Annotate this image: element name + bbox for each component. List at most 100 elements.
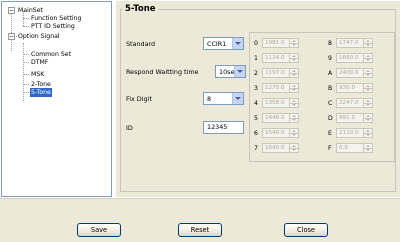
tree-connector [23,92,29,93]
tone-freq-row: 7 1640.0 [254,143,299,153]
spinner [290,128,299,138]
tree-item-msk[interactable]: MSK [30,70,45,79]
tone-key: F [328,144,332,152]
spinner [364,128,373,138]
tree-item-option-signal[interactable]: − Option Signal [8,32,61,41]
spinner [290,68,299,78]
tree-item-dtmf[interactable]: DTMF [30,58,49,67]
tone-key: 5 [254,114,258,122]
spin-down-icon [290,74,298,78]
tone-freq-row: 8 1747.0 [328,38,373,48]
tone-freq-row: E 2110.0 [328,128,373,138]
save-button[interactable]: Save [77,223,121,237]
reset-button[interactable]: Reset [178,223,222,237]
tone-key: A [328,69,333,77]
chevron-down-icon[interactable] [234,66,245,77]
tree-item-label: DTMF [31,59,49,66]
tree-item-ptt-id-setting[interactable]: PTT ID Setting [30,22,76,31]
five-tone-group: Standard CCIR1 Respond Waitting time 10s… [120,9,396,192]
tone-freq-row: 4 1358.0 [254,98,299,108]
tone-freq-input: 1197.0 [262,68,290,78]
tone-freq-input: 1981.0 [262,38,290,48]
id-input[interactable]: 12345 [203,121,244,134]
spinner [290,83,299,93]
tone-key: C [328,99,333,107]
fix-digit-select[interactable]: 8 [203,92,244,105]
tone-freq-input: 2247.0 [336,98,364,108]
tone-freq-input: 1446.0 [262,113,290,123]
tone-freq-row: A 2400.0 [328,68,373,78]
spin-down-icon [364,134,372,138]
panel-title: 5-Tone [123,4,158,14]
tone-freq-row: 9 1860.0 [328,53,373,63]
tree-connector [23,74,29,75]
tone-key: B [328,84,333,92]
spin-down-icon [290,44,298,48]
tone-freq-row: C 2247.0 [328,98,373,108]
tree-item-label: PTT ID Setting [31,23,75,30]
tree-item-label: 5-Tone [30,88,52,97]
spinner [290,113,299,123]
tone-freq-input: 1275.0 [262,83,290,93]
spin-down-icon [364,119,372,123]
tree-item-5-tone[interactable]: 5-Tone [30,88,52,97]
tree-item-label: MSK [31,71,45,78]
tone-key: 1 [254,54,258,62]
tree-connector [23,84,29,85]
tone-freq-row: 5 1446.0 [254,113,299,123]
id-label: ID [126,124,133,132]
tone-freq-input: 1640.0 [262,143,290,153]
spin-down-icon [364,59,372,63]
spinner [364,38,373,48]
tone-freq-row: D 991.0 [328,113,373,123]
spin-down-icon [364,149,372,153]
tone-key: 3 [254,84,258,92]
tone-frequency-table: 0 1981.0 1 1124.0 2 1197.0 3 1275.0 4 13… [249,32,395,162]
tone-key: 8 [328,39,332,47]
tone-freq-row: 6 1540.0 [254,128,299,138]
button-bar: Save Reset Close [0,198,400,242]
tone-freq-row: B 930.0 [328,83,373,93]
standard-select[interactable]: CCIR1 [203,37,244,50]
respond-waiting-label: Respond Waitting time [126,68,199,76]
spinner [364,98,373,108]
settings-tree[interactable]: − MainSet Function Setting PTT ID Settin… [1,1,112,197]
window: − MainSet Function Setting PTT ID Settin… [0,0,400,242]
fix-digit-value: 8 [207,94,212,103]
tone-key: 4 [254,99,258,107]
tree-connector [23,54,29,55]
tone-freq-row: 3 1275.0 [254,83,299,93]
spin-down-icon [290,59,298,63]
spin-down-icon [364,104,372,108]
spinner [290,38,299,48]
standard-value: CCIR1 [207,39,227,48]
tone-key: 7 [254,144,258,152]
tree-connector [23,62,29,63]
settings-panel: 5-Tone Standard CCIR1 Respond Waitting t… [116,1,400,197]
spin-down-icon [290,104,298,108]
fix-digit-label: Fix Digit [126,95,152,103]
tone-freq-row: 0 1981.0 [254,38,299,48]
tone-key: 2 [254,69,258,77]
tone-freq-input: 1540.0 [262,128,290,138]
tone-freq-input: 1358.0 [262,98,290,108]
tone-freq-input: 2400.0 [336,68,364,78]
chevron-down-icon[interactable] [232,93,243,104]
tone-freq-row: 2 1197.0 [254,68,299,78]
tone-freq-input: 991.0 [336,113,364,123]
respond-waiting-select[interactable]: 10sec [215,65,246,78]
tone-key: D [328,114,333,122]
respond-waiting-value: 10sec [219,67,234,76]
close-button[interactable]: Close [284,223,328,237]
collapse-icon[interactable]: − [8,33,15,40]
chevron-down-icon[interactable] [232,38,243,49]
spin-down-icon [290,134,298,138]
tree-connector [23,26,29,27]
tone-key: E [328,129,332,137]
tone-freq-input: 0.0 [336,143,364,153]
spin-down-icon [290,119,298,123]
spin-down-icon [364,89,372,93]
collapse-icon[interactable]: − [8,7,15,14]
tree-connector [11,11,12,51]
tone-key: 9 [328,54,332,62]
